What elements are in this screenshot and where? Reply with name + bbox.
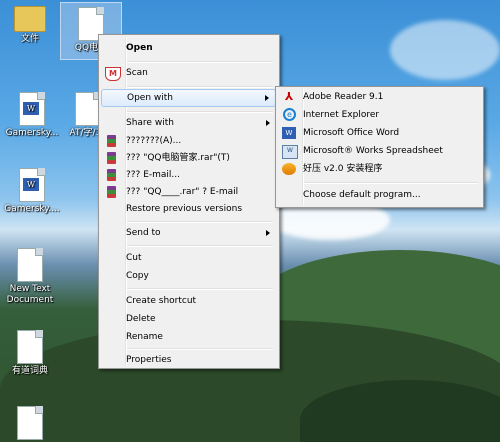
desktop-icon-label: Gamersky... bbox=[5, 128, 59, 138]
haozip-icon bbox=[282, 163, 296, 175]
desktop-icon-gamersky-2[interactable]: W Gamersky.... bbox=[2, 168, 62, 215]
open-with-submenu: ⅄ Adobe Reader 9.1 e Internet Explorer W… bbox=[275, 86, 484, 208]
menu-item-send-to[interactable]: Send to bbox=[101, 224, 276, 242]
menu-item-label: Send to bbox=[126, 228, 161, 238]
menu-item-label: Share with bbox=[126, 118, 174, 128]
winrar-icon bbox=[107, 169, 116, 181]
menu-item-label: Microsoft® Works Spreadsheet bbox=[303, 146, 443, 156]
menu-item-label: ??? "QQ____.rar" ? E-mail bbox=[126, 187, 239, 197]
winrar-icon bbox=[107, 135, 116, 147]
menu-item-rar-email-named[interactable]: ??? "QQ____.rar" ? E-mail bbox=[101, 183, 276, 201]
desktop-icon-label: 有道词典 bbox=[11, 366, 48, 376]
menu-item-label: Adobe Reader 9.1 bbox=[303, 92, 384, 102]
open-with-choose-default[interactable]: Choose default program... bbox=[278, 186, 481, 204]
menu-item-rar-email[interactable]: ??? E-mail... bbox=[101, 166, 276, 184]
folder-icon bbox=[14, 6, 46, 32]
internet-explorer-icon: e bbox=[283, 108, 296, 121]
menu-item-copy[interactable]: Copy bbox=[101, 267, 276, 285]
pdf-icon: ⅄ bbox=[284, 90, 294, 103]
open-with-adobe-reader[interactable]: ⅄ Adobe Reader 9.1 bbox=[278, 88, 481, 106]
menu-item-label: Microsoft Office Word bbox=[303, 128, 400, 138]
menu-item-open-with[interactable]: Open with bbox=[101, 89, 276, 107]
menu-separator bbox=[127, 61, 273, 63]
menu-item-label: Internet Explorer bbox=[303, 110, 380, 120]
menu-item-label: 好压 v2.0 安装程序 bbox=[303, 164, 383, 174]
context-menu: Open M Scan Open with Share with ???????… bbox=[98, 34, 280, 369]
document-icon bbox=[17, 406, 43, 440]
menu-separator bbox=[127, 245, 273, 247]
winrar-icon bbox=[107, 186, 116, 198]
menu-item-share-with[interactable]: Share with bbox=[101, 114, 276, 132]
menu-item-rename[interactable]: Rename bbox=[101, 328, 276, 346]
menu-item-label: ???????(A)... bbox=[126, 136, 182, 146]
open-with-haozip[interactable]: 好压 v2.0 安装程序 bbox=[278, 160, 481, 178]
spreadsheet-icon: W bbox=[282, 145, 298, 159]
menu-item-properties[interactable]: Properties bbox=[101, 351, 276, 369]
desktop-icon-label: 文件 bbox=[20, 34, 39, 44]
winrar-icon bbox=[107, 152, 116, 164]
menu-item-cut[interactable]: Cut bbox=[101, 249, 276, 267]
menu-separator bbox=[127, 221, 273, 223]
desktop-icon-folder[interactable]: 文件 bbox=[0, 6, 60, 45]
menu-item-label: ??? E-mail... bbox=[126, 170, 180, 180]
menu-separator bbox=[304, 182, 478, 184]
menu-item-label: Scan bbox=[126, 68, 148, 78]
menu-separator bbox=[127, 111, 273, 113]
desktop-icon-label: New Text Document bbox=[6, 284, 54, 305]
menu-separator bbox=[127, 86, 273, 88]
menu-separator bbox=[127, 288, 273, 290]
text-document-icon bbox=[17, 248, 43, 282]
cloud bbox=[390, 20, 500, 80]
menu-item-rar-add[interactable]: ???????(A)... bbox=[101, 132, 276, 150]
menu-item-open[interactable]: Open bbox=[101, 39, 276, 57]
menu-item-scan[interactable]: M Scan bbox=[101, 64, 276, 82]
word-document-icon: W bbox=[19, 168, 45, 202]
submenu-arrow-icon bbox=[266, 230, 270, 236]
desktop-icon-label: Gamersky.... bbox=[4, 204, 60, 214]
open-with-word[interactable]: W Microsoft Office Word bbox=[278, 124, 481, 142]
menu-item-label: ??? "QQ电脑管家.rar"(T) bbox=[126, 153, 230, 163]
menu-item-rar-add-named[interactable]: ??? "QQ电脑管家.rar"(T) bbox=[101, 149, 276, 167]
word-icon: W bbox=[282, 127, 296, 139]
menu-separator bbox=[127, 348, 273, 350]
desktop-icon-new-text-document[interactable]: New Text Document bbox=[0, 248, 60, 306]
menu-item-create-shortcut[interactable]: Create shortcut bbox=[101, 292, 276, 310]
menu-item-label: Open with bbox=[127, 93, 173, 103]
desktop-icon-gamersky-1[interactable]: W Gamersky... bbox=[2, 92, 62, 139]
desktop-icon-youdao[interactable]: 有道词典 bbox=[0, 330, 60, 377]
word-document-icon: W bbox=[19, 92, 45, 126]
document-icon bbox=[17, 330, 43, 364]
open-with-works-spreadsheet[interactable]: W Microsoft® Works Spreadsheet bbox=[278, 142, 481, 160]
submenu-arrow-icon bbox=[265, 95, 269, 101]
menu-item-restore[interactable]: Restore previous versions bbox=[101, 200, 276, 218]
shield-icon: M bbox=[105, 67, 121, 81]
submenu-arrow-icon bbox=[266, 120, 270, 126]
menu-item-delete[interactable]: Delete bbox=[101, 310, 276, 328]
open-with-internet-explorer[interactable]: e Internet Explorer bbox=[278, 106, 481, 124]
desktop-icon-partial[interactable] bbox=[0, 406, 60, 442]
